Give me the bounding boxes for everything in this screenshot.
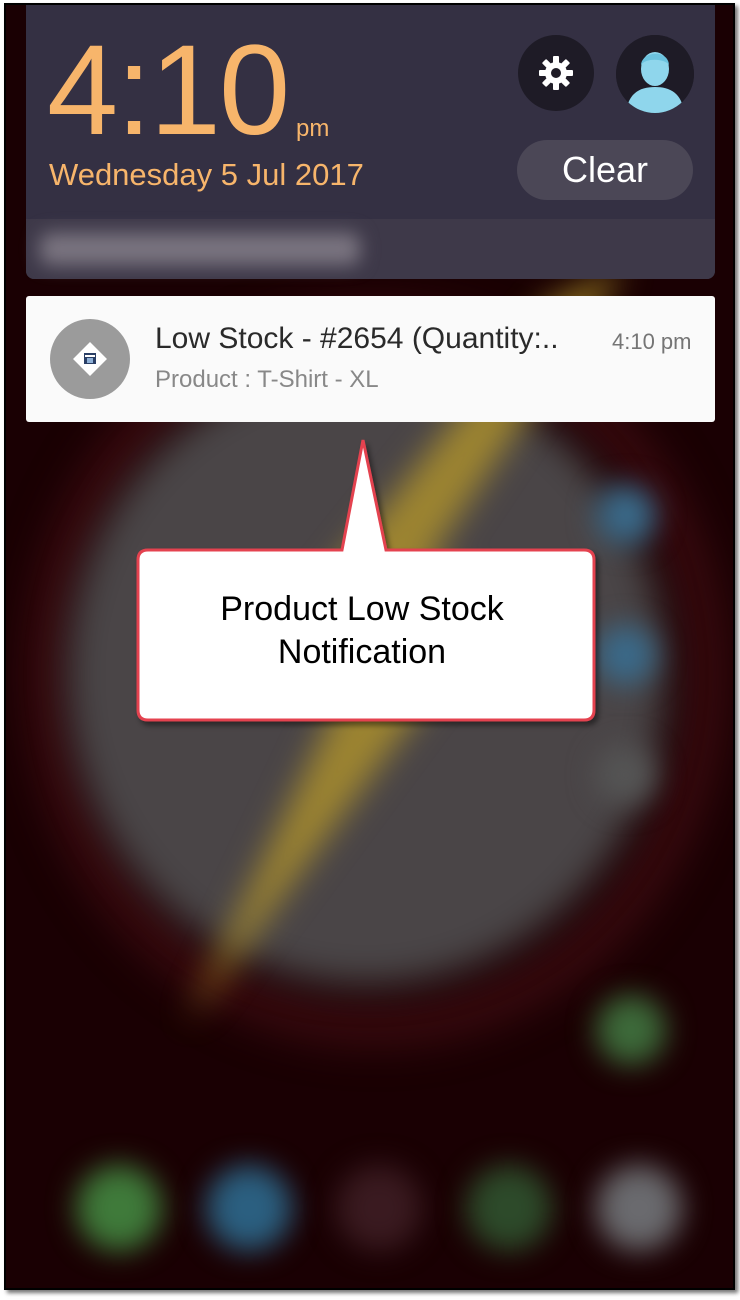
callout-label: Product Low Stock Notification <box>220 590 504 671</box>
